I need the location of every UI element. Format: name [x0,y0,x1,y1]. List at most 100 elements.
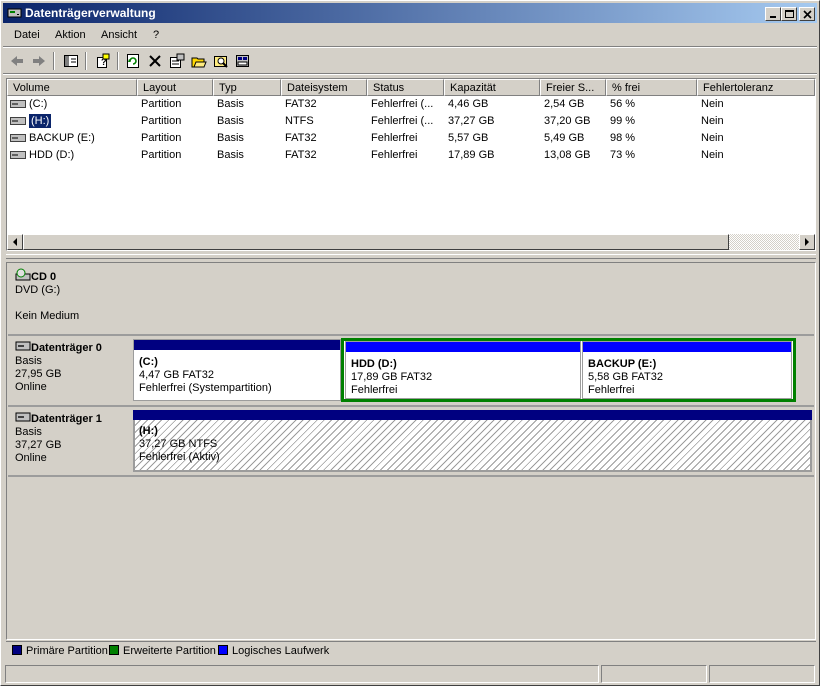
disk-name: Datenträger 0 [31,342,102,354]
disk-row-cd0: CD 0 DVD (G:) Kein Medium [8,264,814,336]
partition-color-bar [346,342,580,352]
open-icon [191,57,207,68]
menu-ansicht[interactable]: Ansicht [101,29,137,41]
menu-help[interactable]: ? [153,29,159,41]
explore-button[interactable] [211,51,231,71]
partition-color-bar [583,342,791,352]
cell-status: Fehlerfrei (... [371,98,434,110]
cell-pct: 73 % [610,149,636,161]
status-bar [3,663,817,683]
table-row[interactable]: BACKUP (E:) Partition Basis FAT32 Fehlerfrei… [7,130,815,147]
minimize-button[interactable] [765,7,781,21]
cell-cap: 5,57 GB [448,132,489,144]
partition-info: HDD (D:) 17,89 GB FAT32 Fehlerfrei [351,358,432,397]
disk-area-disk1: (H:) 37,27 GB NTFS Fehlerfrei (Aktiv) [131,407,814,475]
volume-list[interactable]: Volume Layout Typ Dateisystem Status Kap… [6,78,816,251]
col-prozent-frei[interactable]: % frei [606,79,697,96]
col-dateisystem[interactable]: Dateisystem [281,79,367,96]
col-status[interactable]: Status [367,79,444,96]
disk-label-disk1[interactable]: Datenträger 1 Basis 37,27 GB Online [8,407,130,475]
pane-splitter[interactable] [6,254,816,259]
legend-swatch [218,645,228,655]
col-fehlertoleranz[interactable]: Fehlertoleranz [697,79,815,96]
legend-label: Erweiterte Partition [123,645,216,657]
table-row[interactable]: (C:) Partition Basis FAT32 Fehlerfrei (... 4,… [7,96,815,113]
partition-size: 17,89 GB FAT32 [351,371,433,383]
delete-button[interactable] [145,51,165,71]
disk-label-disk0[interactable]: Datenträger 0 Basis 27,95 GB Online [8,336,130,405]
legend-label: Primäre Partition [26,645,108,657]
status-pane-3 [709,665,815,683]
partition-size: 37,27 GB NTFS [139,438,218,450]
cd-drive-icon [15,268,31,281]
toolbar: ? [3,49,817,73]
disk-name: Datenträger 1 [31,413,102,425]
col-layout[interactable]: Layout [137,79,213,96]
properties-button[interactable] [167,51,187,71]
menu-aktion[interactable]: Aktion [55,29,86,41]
help-button[interactable]: ? [93,51,113,71]
volume-list-header: Volume Layout Typ Dateisystem Status Kap… [7,79,815,96]
forward-button[interactable] [29,51,49,71]
col-freier-speicher[interactable]: Freier S... [540,79,606,96]
forward-icon [33,56,45,66]
cell-pct: 99 % [610,115,636,127]
cell-layout: Partition [141,132,182,144]
disk-type: Basis [15,355,42,367]
scroll-thumb[interactable] [23,234,729,250]
partition-status: Fehlerfrei (Aktiv) [139,451,220,463]
back-icon [11,56,23,66]
extended-partition[interactable]: HDD (D:) 17,89 GB FAT32 Fehlerfrei BACKU… [341,338,796,402]
partition-info: (C:) 4,47 GB FAT32 Fehlerfrei (Systempar… [139,356,272,395]
close-icon [803,10,812,19]
disk-graphical-view: CD 0 DVD (G:) Kein Medium Datenträger 0 … [6,262,816,640]
properties-icon [170,53,185,68]
partition-e[interactable]: BACKUP (E:) 5,58 GB FAT32 Fehlerfrei [582,341,792,399]
col-kapazitaet[interactable]: Kapazität [444,79,540,96]
scroll-track[interactable] [729,234,799,250]
cell-cap: 4,46 GB [448,98,489,110]
menu-datei[interactable]: Datei [14,29,40,41]
close-button[interactable] [799,7,815,21]
table-row[interactable]: (H:) Partition Basis NTFS Fehlerfrei (... 37,… [7,113,815,130]
refresh-button[interactable] [123,51,143,71]
partition-c[interactable]: (C:) 4,47 GB FAT32 Fehlerfrei (Systempar… [133,339,341,401]
partition-status: Fehlerfrei [351,384,398,396]
partition-h[interactable]: (H:) 37,27 GB NTFS Fehlerfrei (Aktiv) [133,410,812,472]
scroll-right-button[interactable] [799,234,815,250]
cell-pct: 56 % [610,98,636,110]
legend-logical: Logisches Laufwerk [218,645,329,657]
legend-swatch [109,645,119,655]
back-button[interactable] [7,51,27,71]
cell-layout: Partition [141,149,182,161]
cell-ft: Nein [701,132,724,144]
partition-d[interactable]: HDD (D:) 17,89 GB FAT32 Fehlerfrei [345,341,581,399]
horizontal-scrollbar[interactable] [7,234,815,250]
cell-typ: Basis [217,98,244,110]
cell-layout: Partition [141,98,182,110]
refresh-icon [127,54,139,68]
cell-free: 37,20 GB [544,115,591,127]
title-bar[interactable]: Datenträgerverwaltung [3,3,817,23]
arrow-right-icon [805,238,809,246]
cell-fs: FAT32 [285,149,317,161]
maximize-button[interactable] [781,7,797,21]
col-volume[interactable]: Volume [7,79,137,96]
disk-label-cd0[interactable]: CD 0 DVD (G:) Kein Medium [8,264,130,334]
table-row[interactable]: HDD (D:) Partition Basis FAT32 Fehlerfrei 17,… [7,147,815,164]
toolbar-separator [117,52,119,70]
partition-name: HDD (D:) [351,358,397,370]
disk-management-icon [7,8,22,18]
settings-button[interactable] [233,51,253,71]
col-typ[interactable]: Typ [213,79,281,96]
cell-fs: NTFS [285,115,314,127]
scroll-left-button[interactable] [7,234,23,250]
cell-free: 5,49 GB [544,132,585,144]
legend-label: Logisches Laufwerk [232,645,330,657]
partition-color-bar [134,340,340,350]
maximize-icon [785,10,794,18]
console-tree-button[interactable] [61,51,81,71]
toolbar-separator [53,52,55,70]
open-button[interactable] [189,51,209,71]
cell-volume: (C:) [29,98,48,110]
